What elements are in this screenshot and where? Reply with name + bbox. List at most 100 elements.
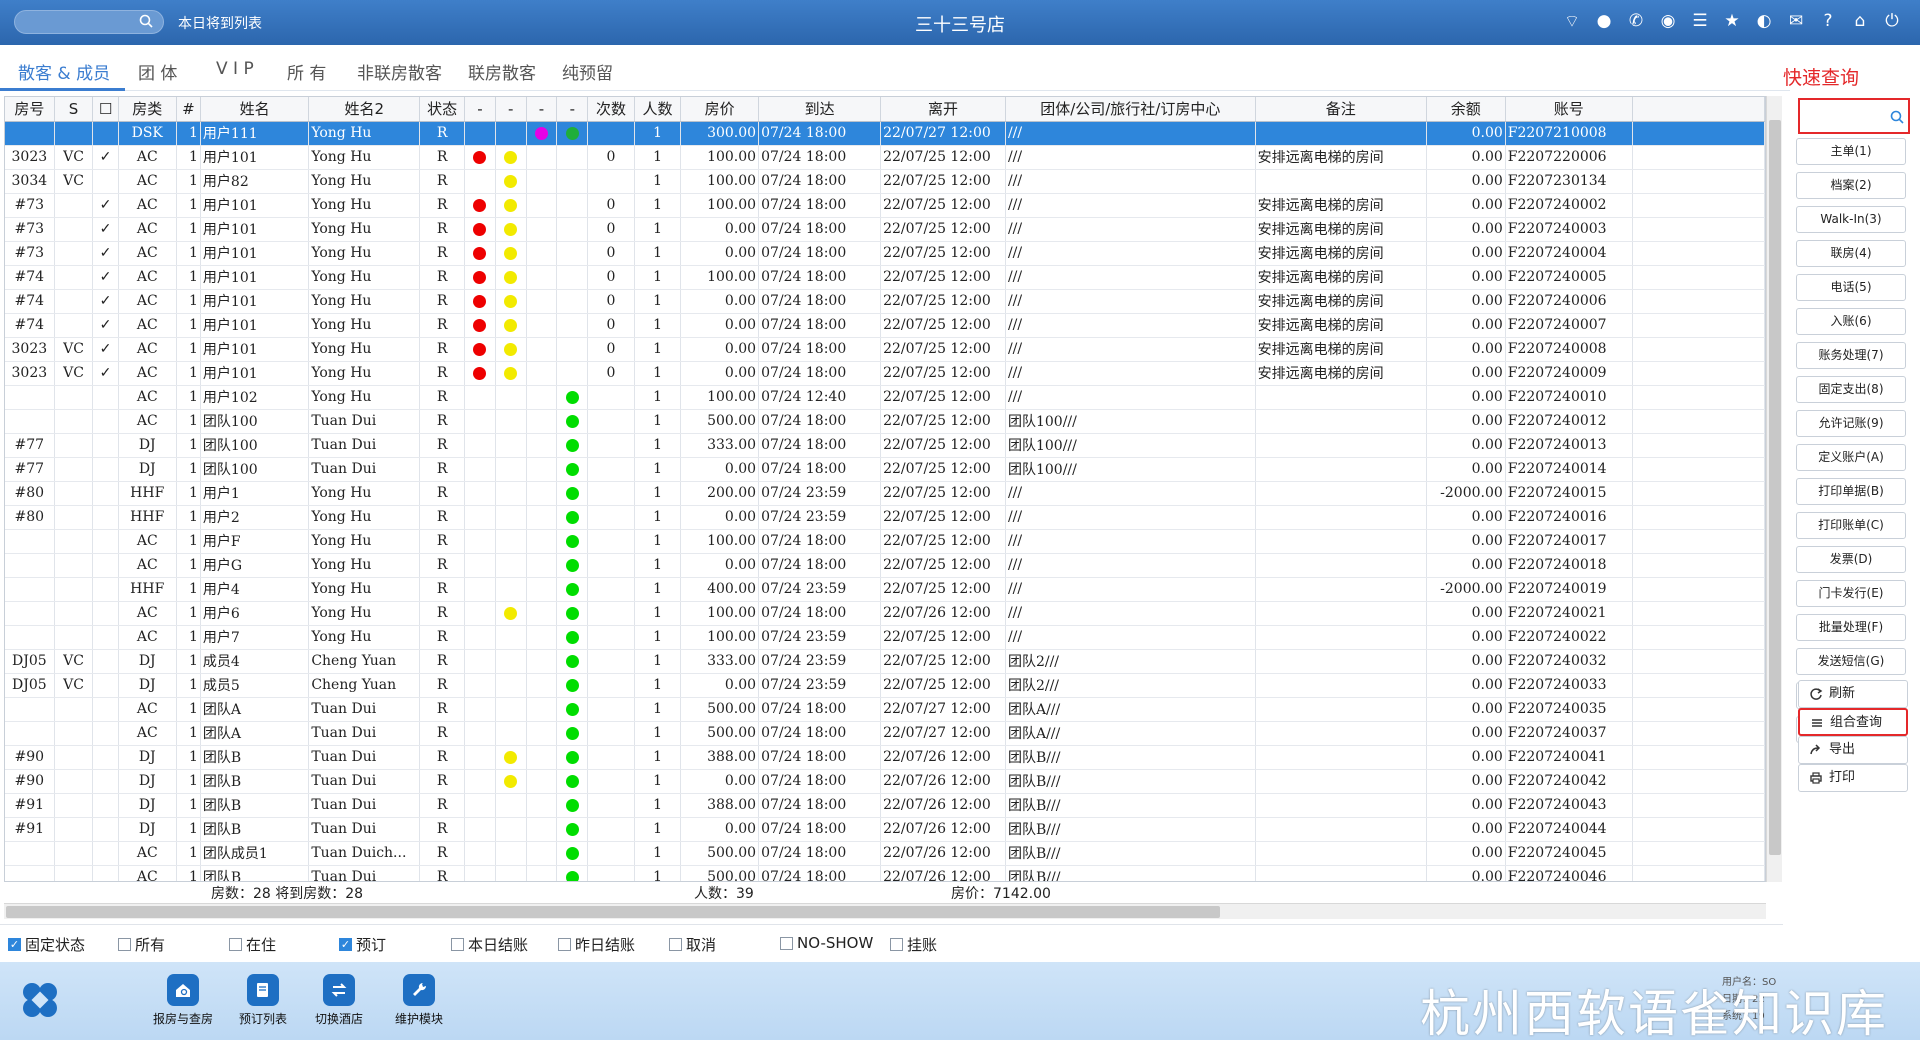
table-row[interactable]: 3023 VC ✓ AC 1 用户101 Yong Hu R 0 1 0.00 07/24 18:00… [5, 337, 1765, 362]
column-header[interactable]: - [556, 97, 589, 122]
table-row[interactable]: AC 1 用户G Yong Hu R 1 0.00 07/24 18:00 22/07/25 1… [5, 553, 1765, 578]
checkbox-icon[interactable]: ✓ [8, 938, 21, 951]
column-header[interactable]: # [176, 97, 201, 122]
column-header[interactable]: 状态 [419, 97, 466, 122]
checkbox-icon[interactable] [558, 938, 571, 951]
table-row[interactable]: AC 1 用户F Yong Hu R 1 100.00 07/24 18:00 22/07/25… [5, 529, 1765, 554]
checkbox-icon[interactable]: ✓ [339, 938, 352, 951]
table-row[interactable]: AC 1 用户7 Yong Hu R 1 100.00 07/24 23:59 22/07/25… [5, 625, 1765, 650]
tab-0[interactable]: 散客 & 成员 [18, 59, 110, 84]
table-row[interactable]: #73 ✓ AC 1 用户101 Yong Hu R 0 1 100.00 07/24 18:00 2… [5, 193, 1765, 218]
side-action-button[interactable]: 固定支出(8) [1796, 376, 1906, 403]
side-action-button[interactable]: 档案(2) [1796, 172, 1906, 199]
side-action-button[interactable]: 允许记账(9) [1796, 410, 1906, 437]
column-header[interactable]: 人数 [634, 97, 682, 122]
table-row[interactable]: 3023 VC ✓ AC 1 用户101 Yong Hu R 0 1 0.00 07/24 18:00… [5, 361, 1765, 386]
checkbox-icon[interactable] [669, 938, 682, 951]
palette-icon[interactable]: ◉ [1658, 11, 1678, 31]
table-row[interactable]: DJ05 VC DJ 1 成员4 Cheng Yuan R 1 333.00 07/24 23:5… [5, 649, 1765, 674]
action-button[interactable]: 组合查询 [1798, 708, 1908, 736]
checkbox-icon[interactable] [451, 938, 464, 951]
filter-checkbox[interactable]: 所有 [118, 934, 165, 955]
table-row[interactable]: 3023 VC ✓ AC 1 用户101 Yong Hu R 0 1 100.00 07/24 18:… [5, 145, 1765, 170]
side-action-button[interactable]: 发票(D) [1796, 546, 1906, 573]
table-row[interactable]: #73 ✓ AC 1 用户101 Yong Hu R 0 1 0.00 07/24 18:00 22/… [5, 241, 1765, 266]
side-action-button[interactable]: 联房(4) [1796, 240, 1906, 267]
module-button[interactable]: 预订列表 [223, 974, 303, 1027]
column-header[interactable]: 账号 [1505, 97, 1633, 122]
filter-checkbox[interactable]: ✓ 固定状态 [8, 934, 85, 955]
column-header[interactable]: 离开 [880, 97, 1006, 122]
column-header[interactable]: 姓名2 [308, 97, 421, 122]
table-vertical-scrollbar[interactable] [1766, 96, 1782, 882]
table-row[interactable]: #77 DJ 1 团队100 Tuan Dui R 1 0.00 07/24 18:00 22/0… [5, 457, 1765, 482]
side-action-button[interactable]: 打印账单(C) [1796, 512, 1906, 539]
checkbox-icon[interactable] [780, 936, 793, 950]
checkbox-icon[interactable] [890, 938, 903, 951]
phone-icon[interactable]: ✆ [1626, 11, 1646, 31]
filter-checkbox[interactable]: 在住 [229, 934, 276, 955]
column-header[interactable]: 到达 [758, 97, 882, 122]
column-header[interactable]: 房价 [680, 97, 760, 122]
scroll-thumb[interactable] [6, 906, 1220, 918]
power-icon[interactable]: ⏻ [1882, 11, 1902, 31]
side-action-button[interactable]: 账务处理(7) [1796, 342, 1906, 369]
column-header[interactable]: - [526, 97, 558, 122]
module-button[interactable]: 报房与查房 [143, 974, 223, 1027]
table-row[interactable]: AC 1 团队A Tuan Dui R 1 500.00 07/24 18:00 22/07/2… [5, 721, 1765, 746]
filter-checkbox[interactable]: 本日结账 [451, 934, 528, 955]
side-action-button[interactable]: 打印单据(B) [1796, 478, 1906, 505]
table-row[interactable]: #77 DJ 1 团队100 Tuan Dui R 1 333.00 07/24 18:00 22… [5, 433, 1765, 458]
checkbox-icon[interactable] [229, 938, 242, 951]
action-button[interactable]: 打印 [1798, 764, 1908, 792]
mail-icon[interactable]: ✉ [1786, 11, 1806, 31]
help-icon[interactable]: ? [1818, 11, 1838, 31]
tab-6[interactable]: 纯预留 [562, 59, 613, 84]
table-row[interactable]: #91 DJ 1 团队B Tuan Dui R 1 0.00 07/24 18:00 22/07/… [5, 817, 1765, 842]
table-row[interactable]: #73 ✓ AC 1 用户101 Yong Hu R 0 1 0.00 07/24 18:00 22/… [5, 217, 1765, 242]
scroll-thumb[interactable] [1769, 120, 1781, 855]
column-header[interactable]: 备注 [1255, 97, 1427, 122]
table-row[interactable]: #74 ✓ AC 1 用户101 Yong Hu R 0 1 0.00 07/24 18:00 22/… [5, 313, 1765, 338]
action-button[interactable]: 导出 [1798, 736, 1908, 764]
column-header[interactable]: 次数 [587, 97, 635, 122]
module-button[interactable]: 维护模块 [379, 974, 459, 1027]
tab-4[interactable]: 非联房散客 [357, 59, 442, 84]
table-row[interactable]: #90 DJ 1 团队B Tuan Dui R 1 388.00 07/24 18:00 22/0… [5, 745, 1765, 770]
table-row[interactable]: 3034 VC AC 1 用户82 Yong Hu R 1 100.00 07/24 18:00 2… [5, 169, 1765, 194]
column-header[interactable]: - [495, 97, 527, 122]
side-action-button[interactable]: 发送短信(G) [1796, 648, 1906, 675]
filter-checkbox[interactable]: ✓ 预订 [339, 934, 386, 955]
column-header[interactable]: - [464, 97, 496, 122]
app-logo-icon[interactable] [20, 980, 60, 1020]
menu-icon[interactable]: ☰ [1690, 11, 1710, 31]
table-row[interactable]: #80 HHF 1 用户1 Yong Hu R 1 200.00 07/24 23:59 22/0… [5, 481, 1765, 506]
table-row[interactable]: AC 1 团队B Tuan Dui R 1 500.00 07/24 18:00 22/07/2… [5, 865, 1765, 881]
table-row[interactable]: HHF 1 用户4 Yong Hu R 1 400.00 07/24 23:59 22/07/2… [5, 577, 1765, 602]
checkbox-icon[interactable] [118, 938, 131, 951]
side-action-button[interactable]: 主单(1) [1796, 138, 1906, 165]
star-icon[interactable]: ★ [1722, 11, 1742, 31]
table-row[interactable]: #74 ✓ AC 1 用户101 Yong Hu R 0 1 100.00 07/24 18:00 2… [5, 265, 1765, 290]
table-row[interactable]: DSK 1 用户111 Yong Hu R 1 300.00 07/24 18:00 22/07… [5, 121, 1765, 146]
side-action-button[interactable]: 电话(5) [1796, 274, 1906, 301]
column-header[interactable]: S [54, 97, 94, 122]
side-action-button[interactable]: 门卡发行(E) [1796, 580, 1906, 607]
column-header[interactable]: 房号 [5, 97, 55, 122]
filter-checkbox[interactable]: 取消 [669, 934, 716, 955]
home-icon[interactable]: ⌂ [1850, 11, 1870, 31]
tab-3[interactable]: 所 有 [287, 59, 326, 84]
side-action-button[interactable]: 批量处理(F) [1796, 614, 1906, 641]
table-row[interactable]: #90 DJ 1 团队B Tuan Dui R 1 0.00 07/24 18:00 22/07/… [5, 769, 1765, 794]
table-row[interactable]: #74 ✓ AC 1 用户101 Yong Hu R 0 1 0.00 07/24 18:00 22/… [5, 289, 1765, 314]
action-button[interactable]: 刷新 [1798, 680, 1908, 708]
quick-search-input[interactable] [1798, 98, 1910, 134]
tab-1[interactable]: 团 体 [138, 59, 177, 84]
column-header[interactable]: 姓名 [200, 97, 310, 122]
table-row[interactable]: AC 1 团队A Tuan Dui R 1 500.00 07/24 18:00 22/07/2… [5, 697, 1765, 722]
table-row[interactable]: AC 1 用户6 Yong Hu R 1 100.00 07/24 18:00 22/07/26… [5, 601, 1765, 626]
column-header[interactable]: ☐ [92, 97, 119, 122]
side-action-button[interactable]: 入账(6) [1796, 308, 1906, 335]
column-header[interactable]: 余额 [1426, 97, 1506, 122]
filter-checkbox[interactable]: 挂账 [890, 934, 937, 955]
